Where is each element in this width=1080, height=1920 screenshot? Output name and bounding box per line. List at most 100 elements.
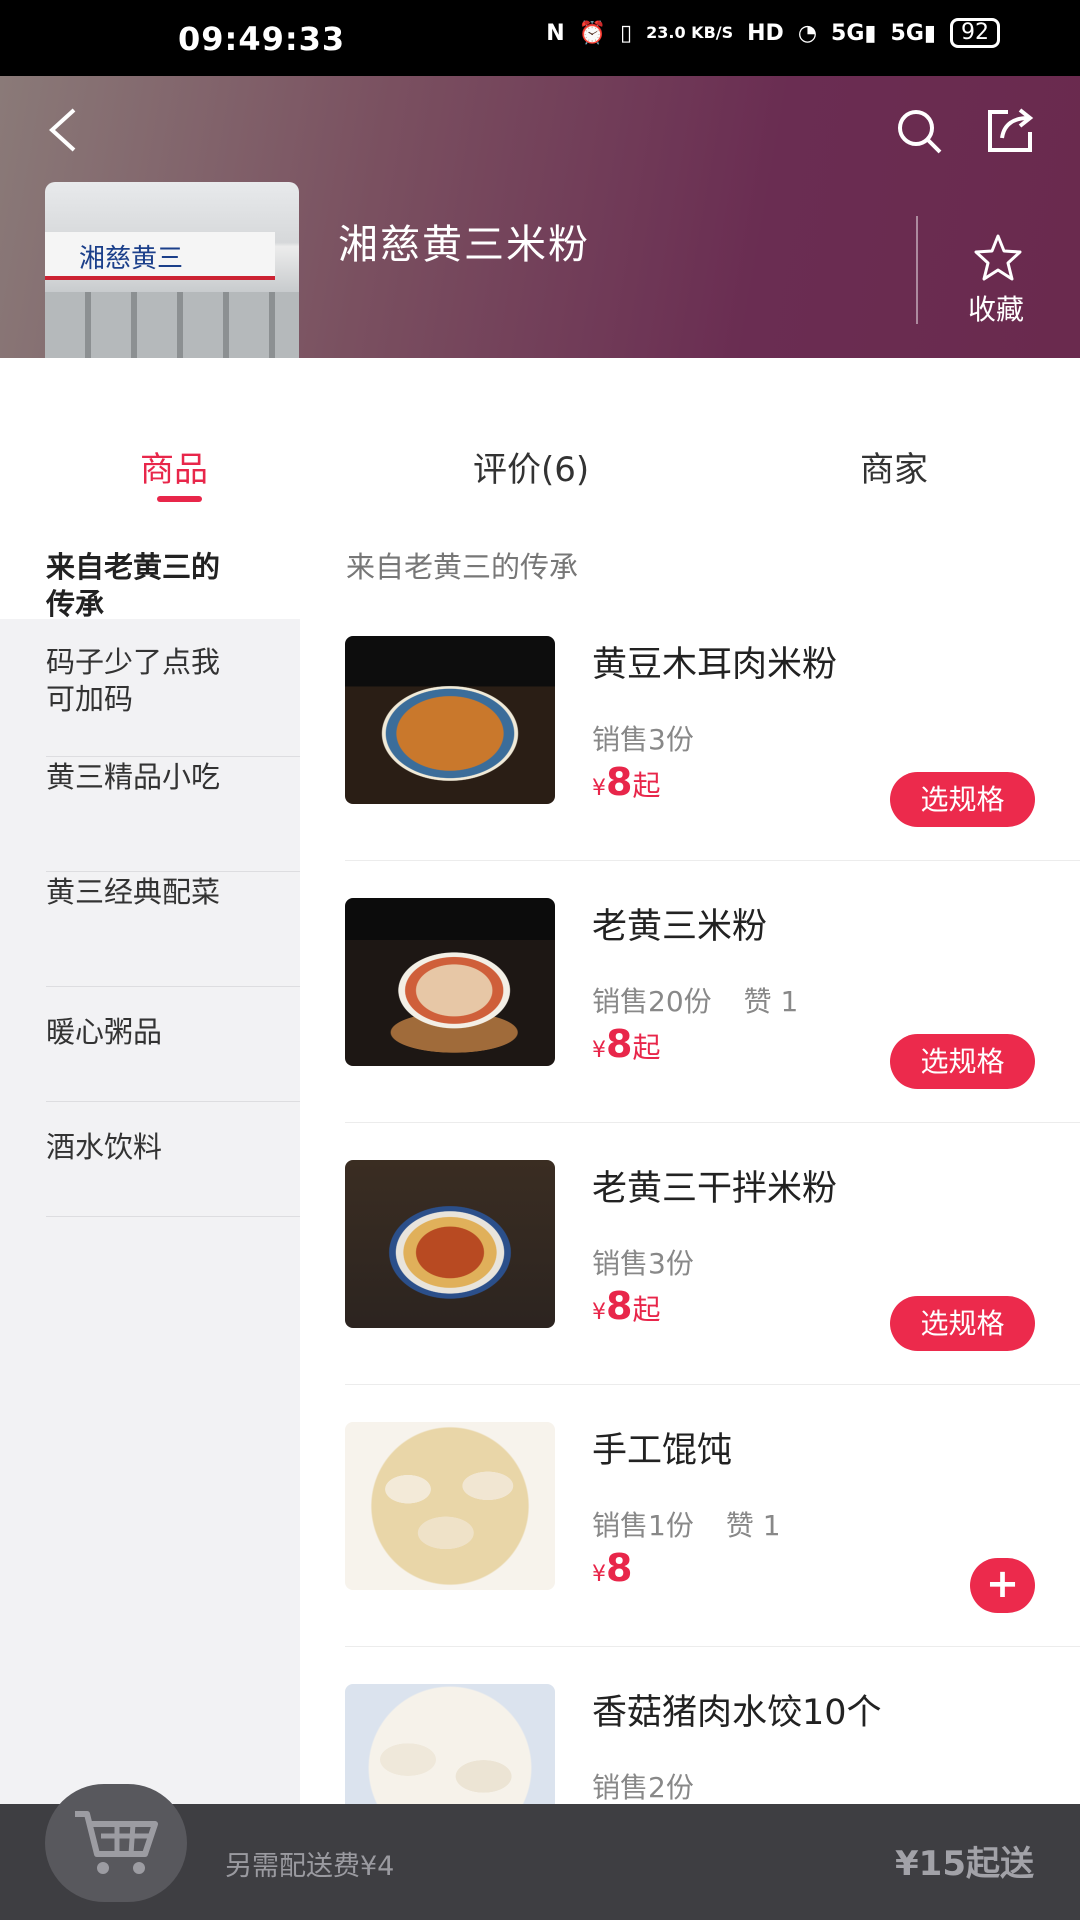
like-count: 赞 1: [743, 985, 799, 1018]
cart-icon: [75, 1811, 158, 1874]
currency-symbol: ¥: [592, 1300, 606, 1325]
currency-symbol: ¥: [592, 776, 606, 801]
product-item[interactable]: 香菇猪肉水饺10个 销售2份 ¥12 +: [300, 1684, 1080, 1804]
tab-bar: 商品 评价(6) 商家: [0, 358, 1080, 504]
divider: [345, 1122, 1080, 1123]
sales-count: 销售3份: [592, 723, 694, 756]
price-suffix: 起: [632, 1293, 661, 1326]
sales-count: 销售1份: [592, 1509, 694, 1542]
favorite-label[interactable]: 收藏: [968, 288, 1024, 328]
header-divider: [916, 216, 918, 324]
signal-label-1: 5G: [831, 20, 865, 46]
product-name: 黄豆木耳肉米粉: [592, 645, 838, 685]
share-icon: [988, 108, 1034, 152]
store-sign-text: 湘慈黄三: [79, 244, 184, 274]
signal-icon-1: 5G▮: [831, 20, 877, 46]
nfc-icon: N: [546, 20, 565, 46]
sidebar-item-drinks[interactable]: 酒水饮料: [0, 1102, 300, 1217]
product-name: 香菇猪肉水饺10个: [592, 1693, 882, 1733]
vibrate-icon: ▯: [620, 20, 633, 46]
signal-icon-2: 5G▮: [890, 20, 936, 46]
hd-icon: HD: [747, 20, 784, 46]
product-item[interactable]: 老黄三米粉 销售20份赞 1 ¥8起 选规格: [300, 898, 1080, 1160]
tab-products[interactable]: 商品: [140, 442, 208, 491]
star-icon[interactable]: [972, 232, 1024, 284]
product-sales: 销售1份赞 1: [592, 1504, 781, 1544]
product-price: ¥8起: [592, 1022, 660, 1066]
product-image: [345, 636, 555, 804]
min-order-button[interactable]: ¥15起送: [895, 1836, 1034, 1885]
category-sidebar: 来自老黄三的传承 码子少了点我可加码 黄三精品小吃 黄三经典配菜 暖心粥品 酒水…: [0, 504, 300, 1804]
sidebar-item-label: 黄三精品小吃: [46, 760, 221, 794]
cart-button[interactable]: [45, 1784, 187, 1902]
product-item[interactable]: 老黄三干拌米粉 销售3份 ¥8起 选规格: [300, 1160, 1080, 1422]
store-name: 湘慈黄三米粉: [338, 222, 590, 268]
sales-count: 销售3份: [592, 1247, 694, 1280]
select-spec-button[interactable]: 选规格: [890, 772, 1035, 827]
wifi-icon: ◔: [797, 20, 818, 46]
product-image: [345, 1160, 555, 1328]
store-sign: 湘慈黄三: [45, 232, 275, 280]
sales-count: 销售20份: [592, 985, 712, 1018]
currency-symbol: ¥: [592, 1562, 606, 1587]
status-icons: N ⏰ ▯ 23.0 KB/S HD ◔ 5G▮ 5G▮ 92: [546, 18, 1000, 48]
sidebar-item-extra-topping[interactable]: 码子少了点我可加码: [0, 642, 300, 757]
sidebar-item-label: 暖心粥品: [46, 1015, 163, 1049]
divider: [46, 1216, 300, 1217]
product-name: 老黄三干拌米粉: [592, 1169, 838, 1209]
sales-count: 销售2份: [592, 1771, 694, 1804]
sidebar-item-heritage[interactable]: 来自老黄三的传承: [0, 504, 300, 621]
price-value: 8: [606, 1022, 633, 1066]
product-sales: 销售2份: [592, 1766, 694, 1804]
cart-bar: 另需配送费¥4 ¥15起送: [0, 1784, 1080, 1920]
sidebar-item-side-dishes[interactable]: 黄三经典配菜: [0, 872, 300, 987]
share-button[interactable]: [980, 100, 1040, 160]
product-sales: 销售3份: [592, 1242, 694, 1282]
sidebar-item-label: 码子少了点我可加码: [46, 645, 221, 716]
product-item[interactable]: 黄豆木耳肉米粉 销售3份 ¥8起 选规格: [300, 636, 1080, 898]
product-price: ¥8起: [592, 1284, 660, 1328]
divider: [345, 1646, 1080, 1647]
product-price: ¥8: [592, 1546, 632, 1590]
product-image: [345, 1684, 555, 1804]
price-value: 8: [606, 1284, 633, 1328]
tab-merchant[interactable]: 商家: [860, 442, 928, 491]
status-time: 09:49:33: [178, 20, 346, 58]
product-item[interactable]: 手工馄饨 销售1份赞 1 ¥8 +: [300, 1422, 1080, 1684]
store-photo: 湘慈黄三: [45, 182, 299, 384]
back-button[interactable]: [38, 100, 98, 160]
price-value: 8: [606, 760, 633, 804]
product-sales: 销售20份赞 1: [592, 980, 798, 1020]
product-price: ¥8起: [592, 760, 660, 804]
select-spec-button[interactable]: 选规格: [890, 1296, 1035, 1351]
product-name: 手工馄饨: [592, 1431, 733, 1471]
currency-symbol: ¥: [592, 1038, 606, 1063]
chevron-left-icon: [49, 108, 76, 152]
net-speed: 23.0 KB/S: [646, 23, 734, 42]
price-suffix: 起: [632, 1031, 661, 1064]
search-button[interactable]: [892, 104, 948, 160]
sidebar-item-label: 黄三经典配菜: [46, 875, 221, 909]
section-title: 来自老黄三的传承: [346, 550, 579, 584]
price-value: 8: [606, 1546, 633, 1590]
tab-reviews[interactable]: 评价(6): [473, 442, 589, 491]
active-tab-indicator: [157, 496, 202, 502]
sidebar-item-porridge[interactable]: 暖心粥品: [0, 987, 300, 1102]
sidebar-item-label: 来自老黄三的传承: [46, 550, 221, 621]
like-count: 赞 1: [725, 1509, 781, 1542]
add-to-cart-button[interactable]: +: [970, 1558, 1035, 1613]
divider: [345, 1384, 1080, 1385]
product-image: [345, 898, 555, 1066]
sidebar-item-label: 酒水饮料: [46, 1130, 163, 1164]
search-icon: [898, 110, 942, 154]
product-list: 来自老黄三的传承 黄豆木耳肉米粉 销售3份 ¥8起 选规格 老黄三米粉 销售20…: [300, 504, 1080, 1804]
battery-indicator: 92: [950, 18, 1000, 48]
product-name: 老黄三米粉: [592, 907, 768, 947]
select-spec-button[interactable]: 选规格: [890, 1034, 1035, 1089]
delivery-fee-text: 另需配送费¥4: [225, 1851, 395, 1882]
status-bar: 09:49:33 N ⏰ ▯ 23.0 KB/S HD ◔ 5G▮ 5G▮ 92: [0, 0, 1080, 76]
price-suffix: 起: [632, 769, 661, 802]
product-image: [345, 1422, 555, 1590]
sidebar-item-snacks[interactable]: 黄三精品小吃: [0, 757, 300, 872]
alarm-icon: ⏰: [578, 20, 607, 46]
